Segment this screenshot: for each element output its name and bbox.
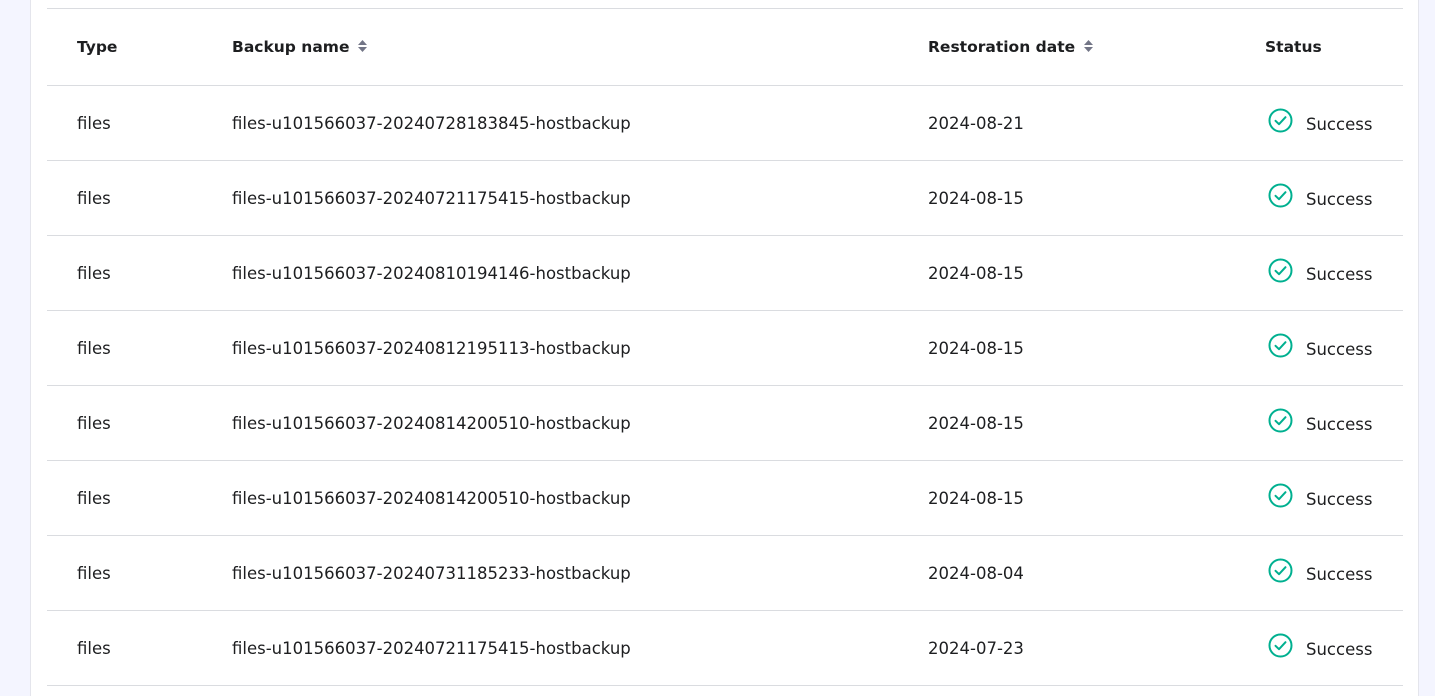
backup-name-text: files-u101566037-20240814200510-hostback… [232,413,631,433]
table-row: files files-u101566037-20240810194146-ho… [47,236,1403,311]
header-backup-name[interactable]: Backup name [232,9,368,85]
cell-backup-name: files-u101566037-20240721175415-hostback… [232,611,631,685]
cell-status: Success [1265,161,1372,235]
restoration-date-text: 2024-08-15 [928,488,1024,508]
status-text: Success [1306,564,1373,584]
check-circle-icon [1268,558,1293,582]
restoration-date-text: 2024-08-21 [928,113,1024,133]
cell-status: Success [1265,611,1372,685]
header-status-label: Status [1265,38,1322,56]
table-row: files files-u101566037-20240728183845-ho… [47,86,1403,161]
header-type: Type [77,9,117,85]
status-text: Success [1306,264,1373,284]
cell-type: files [77,611,111,685]
check-circle-icon [1268,333,1293,357]
table-header: Type Backup name Restoration date Status [47,9,1403,86]
table-row: files files-u101566037-20240812195113-ho… [47,311,1403,386]
backup-name-text: files-u101566037-20240721175415-hostback… [232,188,631,208]
header-restoration-date[interactable]: Restoration date [928,9,1094,85]
cell-type: files [77,236,111,310]
backup-name-text: files-u101566037-20240728183845-hostback… [232,113,631,133]
backups-card: Type Backup name Restoration date Status [30,0,1419,696]
check-circle-icon [1268,408,1293,432]
type-text: files [77,263,111,283]
cell-backup-name: files-u101566037-20240812195113-hostback… [232,311,631,385]
cell-backup-name: files-u101566037-20240731185233-hostback… [232,536,631,610]
table-row: files files-u101566037-20240721175415-ho… [47,161,1403,236]
type-text: files [77,188,111,208]
type-text: files [77,413,111,433]
header-status: Status [1265,9,1322,85]
cell-status: Success [1265,86,1372,160]
check-circle-icon [1268,633,1293,657]
cell-restoration-date: 2024-08-15 [928,161,1024,235]
check-circle-icon [1268,258,1293,282]
table-row: files files-u101566037-20240721175415-ho… [47,611,1403,686]
restoration-date-text: 2024-08-15 [928,338,1024,358]
cell-restoration-date: 2024-08-15 [928,311,1024,385]
sort-updown-icon[interactable] [1084,40,1094,52]
cell-restoration-date: 2024-08-15 [928,236,1024,310]
check-circle-icon [1268,108,1293,132]
type-text: files [77,488,111,508]
status-text: Success [1306,489,1373,509]
cell-status: Success [1265,236,1372,310]
restoration-date-text: 2024-08-15 [928,413,1024,433]
type-text: files [77,563,111,583]
status-text: Success [1306,339,1373,359]
type-text: files [77,638,111,658]
cell-type: files [77,461,111,535]
restoration-date-text: 2024-08-15 [928,188,1024,208]
status-text: Success [1306,639,1373,659]
backup-name-text: files-u101566037-20240812195113-hostback… [232,338,631,358]
table-row: files files-u101566037-20240731185233-ho… [47,536,1403,611]
cell-type: files [77,311,111,385]
status-text: Success [1306,189,1373,209]
header-restoration-date-label: Restoration date [928,38,1076,56]
table-row: files files-u101566037-20240814200510-ho… [47,386,1403,461]
cell-status: Success [1265,311,1372,385]
cell-backup-name: files-u101566037-20240810194146-hostback… [232,236,631,310]
status-text: Success [1306,414,1373,434]
cell-restoration-date: 2024-08-15 [928,386,1024,460]
cell-type: files [77,536,111,610]
type-text: files [77,113,111,133]
header-type-label: Type [77,38,118,56]
cell-restoration-date: 2024-08-04 [928,536,1024,610]
backup-name-text: files-u101566037-20240731185233-hostback… [232,563,631,583]
cell-restoration-date: 2024-07-23 [928,611,1024,685]
table-body: files files-u101566037-20240728183845-ho… [47,86,1403,686]
cell-backup-name: files-u101566037-20240721175415-hostback… [232,161,631,235]
cell-status: Success [1265,536,1372,610]
status-text: Success [1306,114,1373,134]
cell-backup-name: files-u101566037-20240814200510-hostback… [232,461,631,535]
cell-backup-name: files-u101566037-20240814200510-hostback… [232,386,631,460]
cell-status: Success [1265,461,1372,535]
backup-name-text: files-u101566037-20240814200510-hostback… [232,488,631,508]
cell-restoration-date: 2024-08-15 [928,461,1024,535]
cell-status: Success [1265,386,1372,460]
cell-backup-name: files-u101566037-20240728183845-hostback… [232,86,631,160]
type-text: files [77,338,111,358]
cell-type: files [77,386,111,460]
cell-restoration-date: 2024-08-21 [928,86,1024,160]
backup-name-text: files-u101566037-20240810194146-hostback… [232,263,631,283]
cell-type: files [77,86,111,160]
restoration-date-text: 2024-08-04 [928,563,1024,583]
backups-table: Type Backup name Restoration date Status [47,9,1403,686]
header-backup-name-label: Backup name [232,38,350,56]
sort-updown-icon[interactable] [358,40,368,52]
cell-type: files [77,161,111,235]
check-circle-icon [1268,183,1293,207]
check-circle-icon [1268,483,1293,507]
restoration-date-text: 2024-07-23 [928,638,1024,658]
restoration-date-text: 2024-08-15 [928,263,1024,283]
backup-name-text: files-u101566037-20240721175415-hostback… [232,638,631,658]
table-row: files files-u101566037-20240814200510-ho… [47,461,1403,536]
